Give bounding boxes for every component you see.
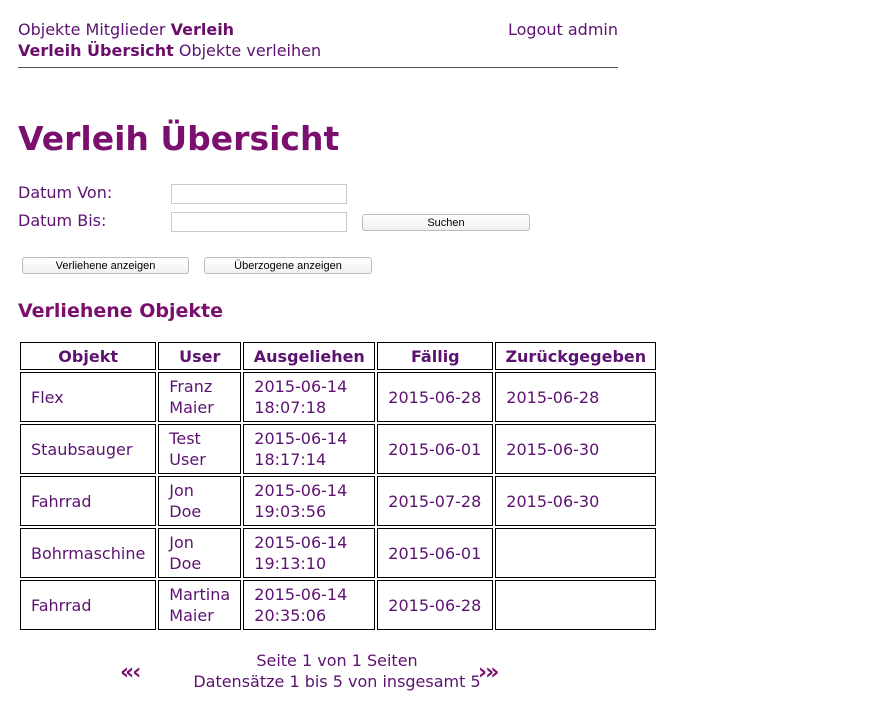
lent-date: 2015-06-14: [254, 481, 348, 500]
user-last-name: Maier: [169, 398, 214, 417]
user-first-name: Test: [169, 429, 201, 448]
cell-lent: 2015-06-14 18:07:18: [243, 372, 376, 422]
loans-table: Objekt User Ausgeliehen Fällig Zurückgeg…: [18, 340, 658, 632]
cell-object: Fahrrad: [20, 580, 157, 630]
cell-object: Fahrrad: [20, 476, 157, 526]
cell-user: Test User: [158, 424, 242, 474]
page-info: Seite 1 von 1 Seiten: [256, 651, 418, 670]
date-from-input[interactable]: [171, 184, 347, 204]
cell-returned: [495, 528, 657, 578]
cell-user: Martina Maier: [158, 580, 242, 630]
table-row: Staubsauger Test User 2015-06-14 18:17:14 …: [20, 424, 657, 474]
nav-item-mitglieder[interactable]: Mitglieder: [86, 20, 166, 39]
lent-time: 19:13:10: [254, 554, 327, 573]
logout-area: Logout admin: [508, 19, 618, 41]
column-header-ausgeliehen: Ausgeliehen: [243, 342, 376, 370]
top-navigation: Objekte Mitglieder Verleih Verleih Übers…: [18, 19, 618, 68]
cell-due: 2015-06-28: [377, 580, 494, 630]
table-row: Fahrrad Martina Maier 2015-06-14 20:35:06 …: [20, 580, 657, 630]
cell-lent: 2015-06-14 18:17:14: [243, 424, 376, 474]
lent-time: 19:03:56: [254, 502, 327, 521]
cell-lent: 2015-06-14 19:13:10: [243, 528, 376, 578]
column-header-objekt: Objekt: [20, 342, 157, 370]
date-to-label: Datum Bis:: [18, 211, 107, 230]
date-to-input[interactable]: [171, 212, 347, 232]
cell-lent: 2015-06-14 19:03:56: [243, 476, 376, 526]
table-row: Bohrmaschine Jon Doe 2015-06-14 19:13:10 2…: [20, 528, 657, 578]
section-title: Verliehene Objekte: [18, 300, 224, 322]
column-header-faellig: Fällig: [377, 342, 494, 370]
logout-link[interactable]: Logout admin: [508, 20, 618, 39]
cell-returned: 2015-06-30: [495, 476, 657, 526]
cell-object: Flex: [20, 372, 157, 422]
nav-item-verleih[interactable]: Verleih: [171, 20, 234, 39]
cell-due: 2015-07-28: [377, 476, 494, 526]
column-header-zurueckgegeben: Zurückgegeben: [495, 342, 657, 370]
cell-object: Staubsauger: [20, 424, 157, 474]
user-last-name: Maier: [169, 606, 214, 625]
lent-time: 18:17:14: [254, 450, 327, 469]
subnav-item-verleih-uebersicht[interactable]: Verleih Übersicht: [18, 41, 174, 60]
user-first-name: Jon: [169, 533, 194, 552]
user-first-name: Jon: [169, 481, 194, 500]
page-title: Verleih Übersicht: [18, 119, 340, 158]
lent-date: 2015-06-14: [254, 377, 348, 396]
lent-time: 18:07:18: [254, 398, 327, 417]
table-row: Fahrrad Jon Doe 2015-06-14 19:03:56 2015-0…: [20, 476, 657, 526]
cell-due: 2015-06-01: [377, 424, 494, 474]
nav-row-main: Objekte Mitglieder Verleih: [18, 19, 234, 41]
subnav-item-objekte-verleihen[interactable]: Objekte verleihen: [179, 41, 321, 60]
user-last-name: User: [169, 450, 206, 469]
table-row: Flex Franz Maier 2015-06-14 18:07:18 2015-…: [20, 372, 657, 422]
nav-item-objekte[interactable]: Objekte: [18, 20, 80, 39]
lent-date: 2015-06-14: [254, 585, 348, 604]
show-overdue-button[interactable]: Überzogene anzeigen: [204, 257, 372, 274]
column-header-user: User: [158, 342, 242, 370]
lent-date: 2015-06-14: [254, 429, 348, 448]
cell-lent: 2015-06-14 20:35:06: [243, 580, 376, 630]
cell-returned: [495, 580, 657, 630]
next-page-icon[interactable]: ›»: [478, 660, 499, 685]
show-lent-button[interactable]: Verliehene anzeigen: [22, 257, 189, 274]
table-header-row: Objekt User Ausgeliehen Fällig Zurückgeg…: [20, 342, 657, 370]
cell-returned: 2015-06-28: [495, 372, 657, 422]
cell-object: Bohrmaschine: [20, 528, 157, 578]
lent-time: 20:35:06: [254, 606, 327, 625]
user-first-name: Franz: [169, 377, 213, 396]
user-last-name: Doe: [169, 554, 202, 573]
cell-due: 2015-06-28: [377, 372, 494, 422]
lent-date: 2015-06-14: [254, 533, 348, 552]
records-info: Datensätze 1 bis 5 von insgesamt 5: [193, 672, 481, 691]
cell-user: Jon Doe: [158, 528, 242, 578]
cell-due: 2015-06-01: [377, 528, 494, 578]
nav-row-sub: Verleih Übersicht Objekte verleihen: [18, 40, 321, 62]
user-first-name: Martina: [169, 585, 231, 604]
search-button[interactable]: Suchen: [362, 214, 530, 231]
cell-user: Franz Maier: [158, 372, 242, 422]
cell-returned: 2015-06-30: [495, 424, 657, 474]
cell-user: Jon Doe: [158, 476, 242, 526]
pagination: «‹ Seite 1 von 1 Seiten Datensätze 1 bis…: [18, 650, 618, 691]
date-from-label: Datum Von:: [18, 183, 113, 202]
user-last-name: Doe: [169, 502, 202, 521]
